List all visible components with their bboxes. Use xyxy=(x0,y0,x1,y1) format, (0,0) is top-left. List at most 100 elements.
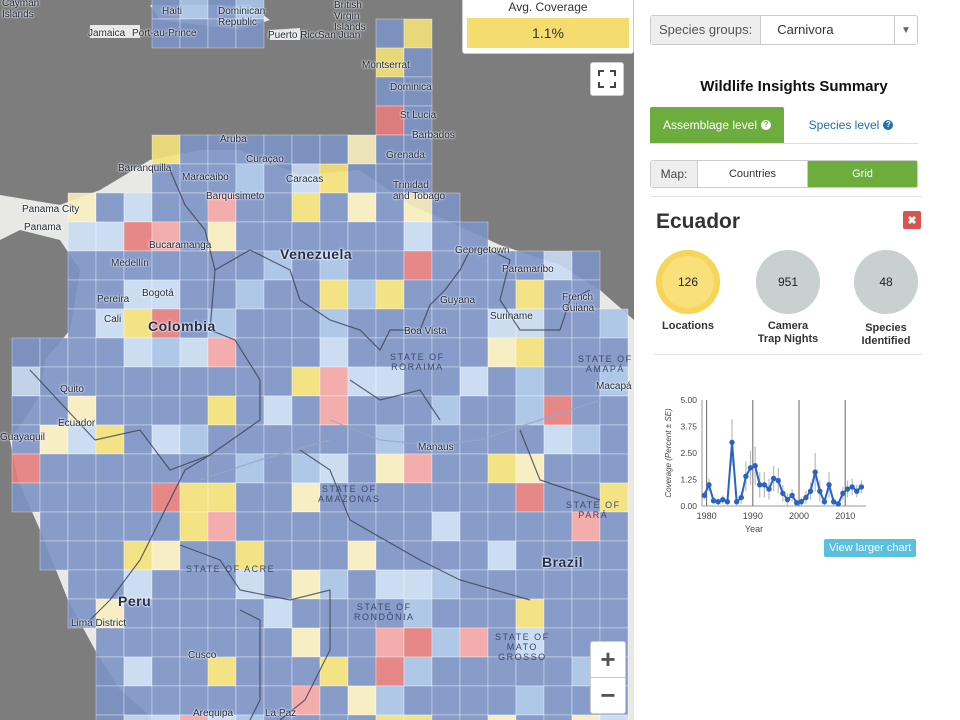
grid-cell[interactable] xyxy=(235,308,265,339)
grid-cell[interactable] xyxy=(263,511,293,542)
fullscreen-button[interactable] xyxy=(590,62,624,96)
grid-cell[interactable] xyxy=(515,511,545,542)
grid-cell[interactable] xyxy=(459,714,489,720)
grid-cell[interactable] xyxy=(263,337,293,368)
grid-cell[interactable] xyxy=(599,453,629,484)
grid-cell[interactable] xyxy=(11,482,41,513)
grid-cell[interactable] xyxy=(95,395,125,426)
grid-cell[interactable] xyxy=(11,395,41,426)
grid-cell[interactable] xyxy=(403,540,433,571)
grid-cell[interactable] xyxy=(319,192,349,223)
grid-cell[interactable] xyxy=(543,714,573,720)
grid-cell[interactable] xyxy=(515,279,545,310)
grid-cell[interactable] xyxy=(151,540,181,571)
grid-cell[interactable] xyxy=(95,540,125,571)
map-mode-countries[interactable]: Countries xyxy=(698,161,807,187)
grid-cell[interactable] xyxy=(347,540,377,571)
grid-cell[interactable] xyxy=(207,453,237,484)
grid-cell[interactable] xyxy=(95,453,125,484)
grid-cell[interactable] xyxy=(487,511,517,542)
grid-cell[interactable] xyxy=(487,540,517,571)
grid-cell[interactable] xyxy=(291,714,321,720)
grid-cell[interactable] xyxy=(403,685,433,716)
close-button[interactable]: ✖ xyxy=(903,211,921,229)
grid-cell[interactable] xyxy=(403,453,433,484)
grid-cell[interactable] xyxy=(291,511,321,542)
grid-cell[interactable] xyxy=(347,453,377,484)
grid-cell[interactable] xyxy=(347,656,377,687)
grid-cell[interactable] xyxy=(487,482,517,513)
grid-cell[interactable] xyxy=(487,685,517,716)
grid-cell[interactable] xyxy=(179,569,209,600)
grid-cell[interactable] xyxy=(319,714,349,720)
grid-cell[interactable] xyxy=(95,424,125,455)
grid-cell[interactable] xyxy=(67,453,97,484)
grid-cell[interactable] xyxy=(291,598,321,629)
grid-cell[interactable] xyxy=(571,453,601,484)
grid-cell[interactable] xyxy=(291,134,321,165)
grid-cell[interactable] xyxy=(319,540,349,571)
grid-cell[interactable] xyxy=(263,656,293,687)
grid-cell[interactable] xyxy=(151,192,181,223)
grid-cell[interactable] xyxy=(459,308,489,339)
grid-cell[interactable] xyxy=(347,714,377,720)
grid-cell[interactable] xyxy=(39,453,69,484)
grid-cell[interactable] xyxy=(571,395,601,426)
grid-cell[interactable] xyxy=(375,18,405,49)
grid-cell[interactable] xyxy=(487,395,517,426)
grid-cell[interactable] xyxy=(95,221,125,252)
grid-cell[interactable] xyxy=(375,714,405,720)
grid-cell[interactable] xyxy=(599,308,629,339)
grid-cell[interactable] xyxy=(207,395,237,426)
grid-cell[interactable] xyxy=(263,453,293,484)
grid-cell[interactable] xyxy=(39,540,69,571)
grid-cell[interactable] xyxy=(375,250,405,281)
grid-cell[interactable] xyxy=(543,569,573,600)
grid-cell[interactable] xyxy=(431,482,461,513)
grid-cell[interactable] xyxy=(459,656,489,687)
grid-cell[interactable] xyxy=(459,395,489,426)
tab-assemblage-level[interactable]: Assemblage level? xyxy=(650,107,784,143)
grid-cell[interactable] xyxy=(123,627,153,658)
grid-cell[interactable] xyxy=(39,337,69,368)
grid-cell[interactable] xyxy=(67,569,97,600)
grid-cell[interactable] xyxy=(67,482,97,513)
grid-cell[interactable] xyxy=(487,453,517,484)
grid-cell[interactable] xyxy=(515,714,545,720)
grid-cell[interactable] xyxy=(459,424,489,455)
grid-cell[interactable] xyxy=(95,714,125,720)
grid-cell[interactable] xyxy=(123,192,153,223)
grid-cell[interactable] xyxy=(151,627,181,658)
grid-cell[interactable] xyxy=(235,569,265,600)
grid-cell[interactable] xyxy=(515,424,545,455)
grid-cell[interactable] xyxy=(543,424,573,455)
grid-cell[interactable] xyxy=(487,598,517,629)
grid-cell[interactable] xyxy=(123,656,153,687)
grid-cell[interactable] xyxy=(543,453,573,484)
grid-cell[interactable] xyxy=(151,395,181,426)
grid-cell[interactable] xyxy=(179,395,209,426)
grid-cell[interactable] xyxy=(571,569,601,600)
grid-cell[interactable] xyxy=(291,395,321,426)
grid-cell[interactable] xyxy=(515,482,545,513)
grid-cell[interactable] xyxy=(515,598,545,629)
grid-cell[interactable] xyxy=(319,569,349,600)
grid-cell[interactable] xyxy=(123,511,153,542)
grid-cell[interactable] xyxy=(459,540,489,571)
grid-cell[interactable] xyxy=(39,482,69,513)
grid-cell[interactable] xyxy=(403,569,433,600)
grid-cell[interactable] xyxy=(179,337,209,368)
grid-cell[interactable] xyxy=(291,192,321,223)
grid-cell[interactable] xyxy=(179,134,209,165)
grid-cell[interactable] xyxy=(263,279,293,310)
grid-cell[interactable] xyxy=(151,598,181,629)
grid-cell[interactable] xyxy=(599,395,629,426)
grid-cell[interactable] xyxy=(11,366,41,397)
grid-cell[interactable] xyxy=(67,511,97,542)
tab-species-level[interactable]: Species level? xyxy=(784,107,918,143)
grid-cell[interactable] xyxy=(123,714,153,720)
grid-cell[interactable] xyxy=(263,308,293,339)
grid-cell[interactable] xyxy=(263,598,293,629)
grid-cell[interactable] xyxy=(67,250,97,281)
grid-cell[interactable] xyxy=(403,656,433,687)
